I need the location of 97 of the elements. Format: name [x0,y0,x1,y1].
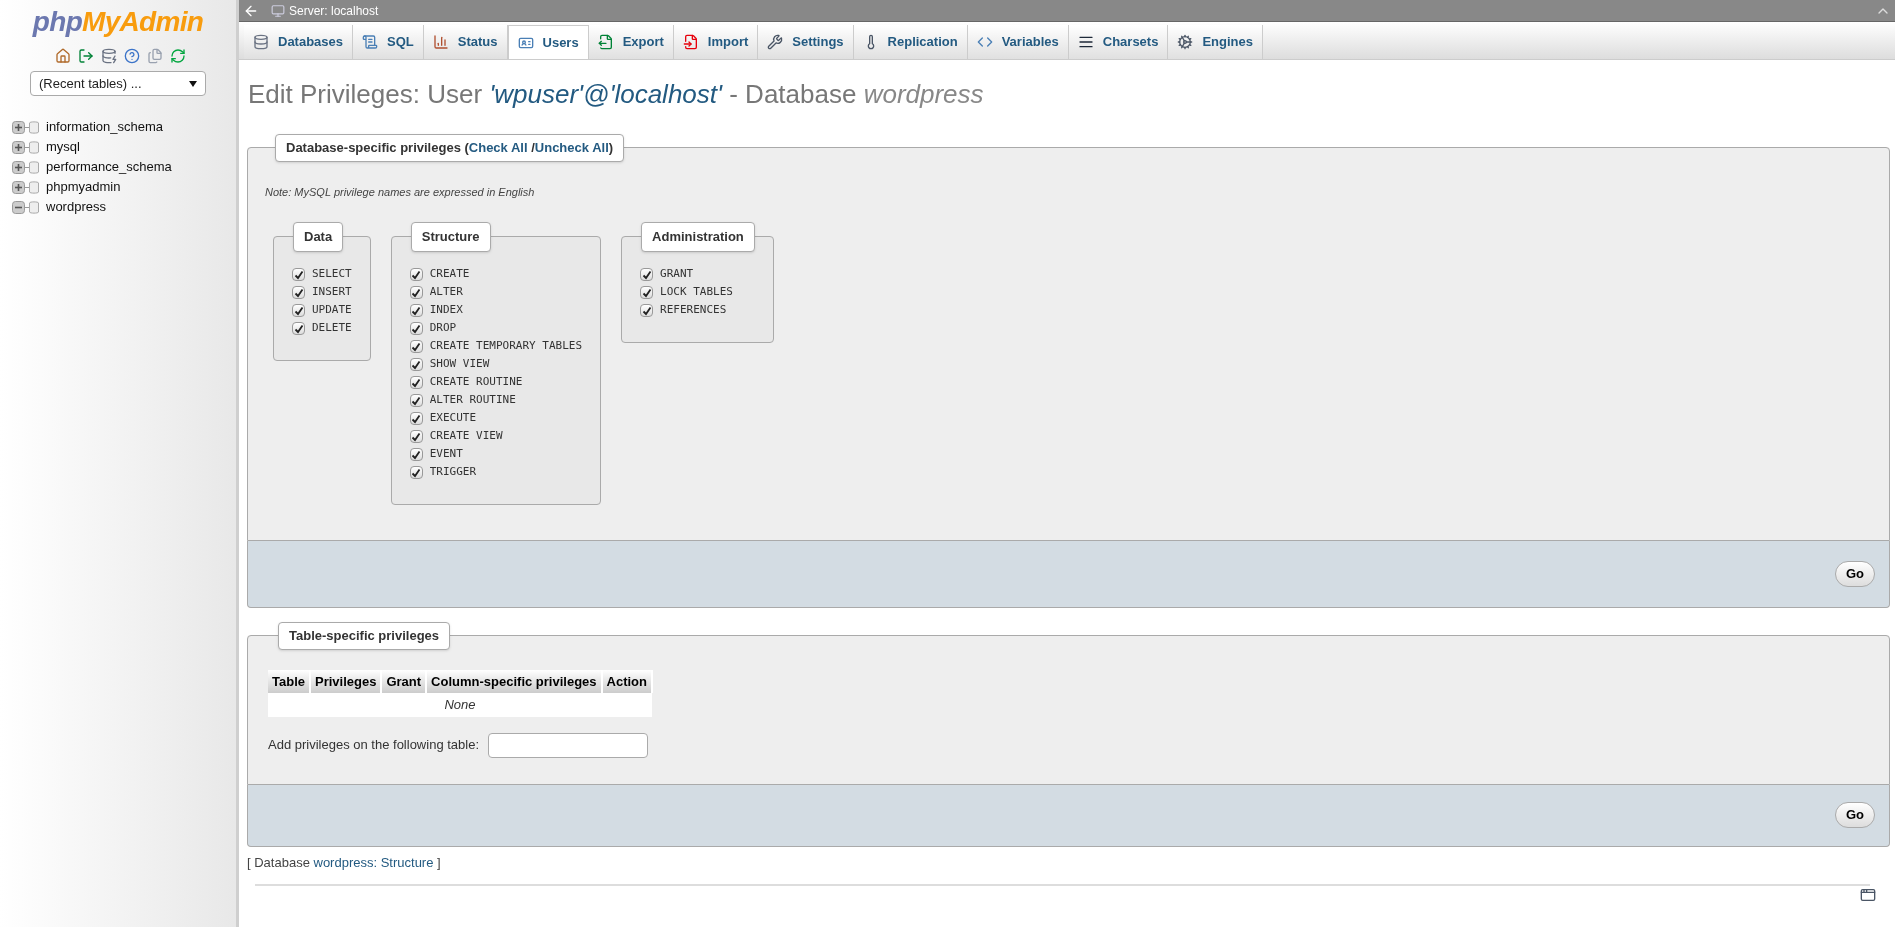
privilege-label: LOCK TABLES [660,284,733,301]
group-legend: Structure [410,222,491,252]
group-legend: Administration [641,222,755,252]
privilege-label: INSERT [312,284,352,301]
collapse-icon[interactable] [12,200,25,214]
home-icon[interactable] [54,48,71,64]
checkbox[interactable] [640,286,654,299]
checkbox[interactable] [409,376,423,389]
checkbox[interactable] [409,466,423,479]
help-icon[interactable] [123,48,140,64]
privilege-label: EXECUTE [429,410,477,427]
checkbox[interactable] [409,322,423,335]
checkbox[interactable] [409,412,423,425]
label-text: ] [436,853,441,872]
recent-tables-dropdown[interactable]: (Recent tables) ... [30,71,206,96]
privilege-label: SELECT [312,266,352,283]
label-text: [ Database [247,853,311,872]
privilege-label: ALTER ROUTINE [429,392,516,409]
lines-icon [1077,34,1094,50]
privilege-label: SHOW VIEW [429,356,490,373]
scroll-icon [362,34,379,50]
go-button[interactable]: Go [1834,802,1875,828]
expand-icon[interactable] [12,180,25,194]
export-icon [597,34,614,50]
checkbox[interactable] [409,394,423,407]
database-link[interactable]: wordpress [46,197,106,217]
wrench-icon [767,34,784,50]
group-legend: Data [293,222,344,252]
privilege-label: INDEX [429,302,463,319]
gear-icon [1177,34,1194,50]
privilege-label: CREATE VIEW [429,428,503,445]
go-button[interactable]: Go [1834,561,1875,587]
structure-link[interactable]: wordpress: Structure [313,852,434,872]
check-link[interactable]: Uncheck All [534,138,609,158]
empty-text: None [444,697,476,712]
console-icon[interactable] [1860,887,1876,903]
database-link[interactable]: information_schema [46,117,164,137]
exit-icon[interactable] [77,48,94,64]
privilege-label: CREATE ROUTINE [429,374,523,391]
column-header: Privileges [310,669,382,693]
privilege-label: UPDATE [312,302,352,319]
privilege-label: REFERENCES [660,302,727,319]
checkbox[interactable] [409,358,423,371]
privilege-label: GRANT [660,266,694,283]
database-icon [29,140,39,154]
database-icon [29,160,39,174]
page-heading: Edit Privileges: User 'wpuser'@'localhost' - Database wordpress [248,78,985,111]
checkbox[interactable] [640,304,654,317]
dropdown-caret-icon [189,80,197,87]
checkbox[interactable] [292,286,305,299]
column-header: Grant [381,669,427,693]
database-link[interactable]: phpmyadmin [46,177,121,197]
privilege-label: TRIGGER [429,464,477,481]
checkbox[interactable] [409,304,423,317]
server-icon [271,3,285,18]
database-icon [29,120,39,134]
code-icon [976,34,993,50]
checkbox[interactable] [409,268,423,281]
expand-icon[interactable] [12,140,25,154]
checkbox[interactable] [409,286,423,299]
tab[interactable]: Users [507,25,589,59]
privilege-label: CREATE TEMPORARY TABLES [429,338,583,355]
database-icon [29,180,39,194]
checkbox[interactable] [292,304,305,317]
check-link[interactable]: Check All [468,138,528,158]
privilege-label: DELETE [312,320,352,337]
privilege-label: DROP [429,320,457,337]
checkbox[interactable] [409,430,423,443]
column-header: Action [601,669,652,693]
column-header: Table [268,669,310,693]
bar-chart-icon [432,34,449,50]
reload-icon[interactable] [169,48,186,64]
checkbox[interactable] [640,268,654,281]
database-icon [253,34,269,50]
database-link[interactable]: performance_schema [46,157,172,177]
logo-text[interactable]: phpMyAdmin [32,6,204,37]
label-text: / [530,139,535,157]
add-label: Add privileges on the following table: [268,736,480,755]
expand-icon[interactable] [12,120,25,134]
label-text: ) [608,139,614,157]
table-input-field[interactable] [488,732,649,758]
panel-legend: Table-specific privileges [278,622,451,650]
checkbox[interactable] [409,448,423,461]
expand-icon[interactable] [12,160,25,174]
privilege-label: CREATE [429,266,470,283]
privilege-label: EVENT [429,446,463,463]
label-text: Database-specific privileges ( [286,139,469,157]
import-icon [682,34,699,50]
checkbox[interactable] [292,268,305,281]
column-header: Column-specific privileges [426,669,602,693]
database-link[interactable]: mysql [46,137,80,157]
privilege-label: ALTER [429,284,463,301]
database-icon [29,200,39,214]
checkbox[interactable] [292,322,305,335]
server-title[interactable]: Server: localhost [289,1,379,20]
note-text: Note: MySQL privilege names are expressed in English [265,184,536,200]
checkbox[interactable] [409,340,423,353]
